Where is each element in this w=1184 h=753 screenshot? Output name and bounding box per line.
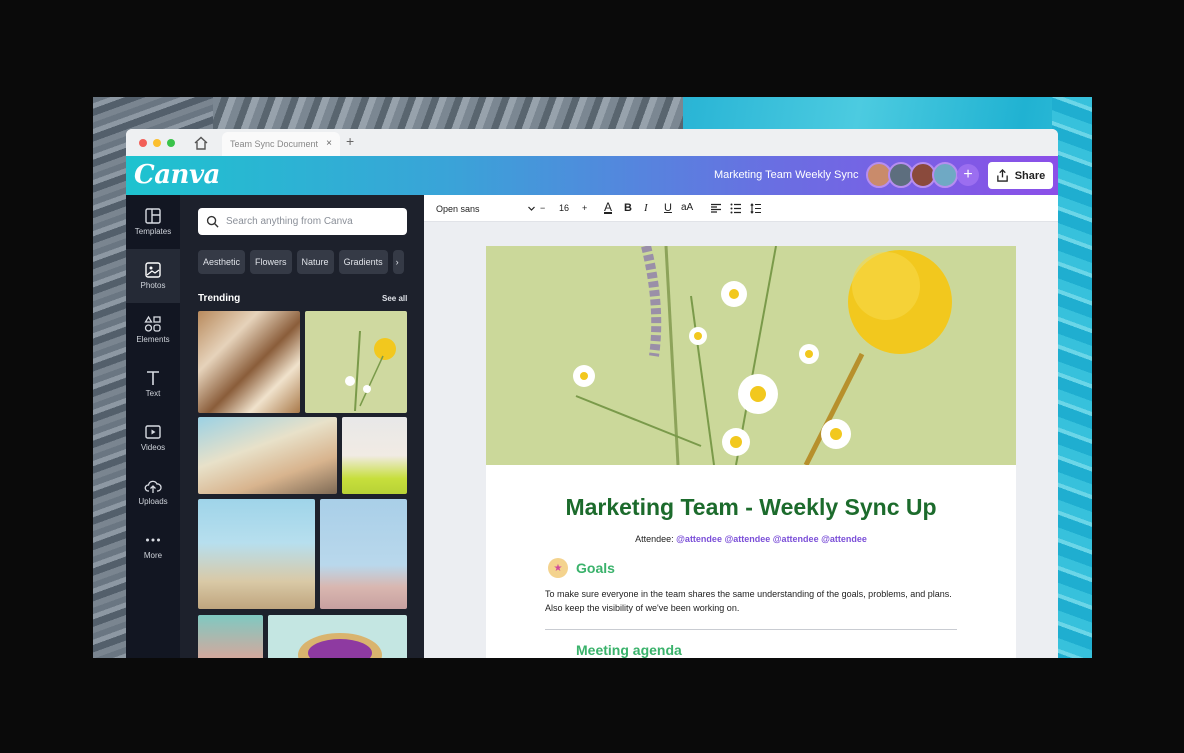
sidebar-item-text[interactable]: Text <box>126 357 180 411</box>
sidebar-item-elements[interactable]: Elements <box>126 303 180 357</box>
videos-icon <box>145 425 161 439</box>
maximize-window-dot[interactable] <box>167 139 175 147</box>
font-size-increase-button[interactable]: + <box>582 203 587 213</box>
search-input[interactable]: Search anything from Canva <box>198 208 407 235</box>
attendee-line[interactable]: Attendee: @attendee @attendee @attendee … <box>486 534 1016 544</box>
browser-tab-bar: Team Sync Document × + <box>126 129 1058 156</box>
chip-flowers[interactable]: Flowers <box>250 250 292 274</box>
photos-icon <box>145 262 161 278</box>
avatar[interactable] <box>932 162 958 188</box>
goals-paragraph[interactable]: To make sure everyone in the team shares… <box>545 587 955 615</box>
document-page[interactable]: Marketing Team - Weekly Sync Up Attendee… <box>486 246 1016 658</box>
filter-chips: Aesthetic Flowers Nature Gradients › <box>198 250 404 274</box>
minimize-window-dot[interactable] <box>153 139 161 147</box>
sidebar-nav: Templates Photos Elements Text Videos Up… <box>126 195 180 658</box>
new-tab-button[interactable]: + <box>346 133 354 149</box>
collaborator-avatars <box>866 162 958 188</box>
elements-icon <box>144 315 161 332</box>
chip-nature[interactable]: Nature <box>296 250 334 274</box>
sidebar-item-label: Videos <box>140 443 166 452</box>
attendee-label: Attendee: <box>635 534 674 544</box>
chips-next-button[interactable]: › <box>392 250 404 274</box>
font-family-value: Open sans <box>436 203 480 214</box>
star-icon: ★ <box>548 558 568 578</box>
flower-photo <box>573 246 952 465</box>
section-title: Trending <box>198 293 241 304</box>
text-toolbar: Open sans − 16 + A B I U aA <box>424 195 1058 222</box>
text-icon <box>147 371 159 385</box>
sidebar-item-label: Elements <box>136 335 170 344</box>
chevron-down-icon <box>528 206 535 211</box>
chip-aesthetic[interactable]: Aesthetic <box>198 250 246 274</box>
divider <box>545 629 957 630</box>
sidebar-item-uploads[interactable]: Uploads <box>126 465 180 519</box>
goals-heading[interactable]: Goals <box>576 560 615 576</box>
agenda-heading[interactable]: Meeting agenda <box>576 642 682 658</box>
document-title[interactable]: Marketing Team Weekly Sync <box>714 169 858 181</box>
sidebar-item-photos[interactable]: Photos <box>126 249 180 303</box>
search-placeholder: Search anything from Canva <box>226 216 353 227</box>
more-icon <box>146 538 160 542</box>
bowl-illustration <box>298 633 382 658</box>
photo-thumbnail[interactable] <box>198 417 337 494</box>
share-icon <box>996 169 1008 182</box>
canva-logo[interactable]: Canva <box>134 160 220 190</box>
tab-close-icon[interactable]: × <box>326 138 332 149</box>
font-family-select[interactable]: Open sans <box>436 200 536 217</box>
sidebar-item-label: Text <box>145 389 161 398</box>
photo-thumbnail[interactable] <box>198 615 263 658</box>
uploads-icon <box>144 480 162 493</box>
flower-illustration <box>345 330 396 412</box>
sidebar-item-label: Photos <box>140 281 166 290</box>
document-heading[interactable]: Marketing Team - Weekly Sync Up <box>486 494 1016 521</box>
mention[interactable]: @attendee <box>676 534 722 544</box>
close-window-dot[interactable] <box>139 139 147 147</box>
home-icon[interactable] <box>193 135 209 151</box>
underline-button[interactable]: U <box>664 202 672 214</box>
line-spacing-icon[interactable] <box>750 203 762 214</box>
templates-icon <box>145 208 161 224</box>
sidebar-item-more[interactable]: More <box>126 519 180 573</box>
align-left-icon[interactable] <box>710 203 722 214</box>
share-label: Share <box>1014 169 1046 182</box>
add-collaborator-button[interactable]: + <box>957 164 979 186</box>
sidebar-item-templates[interactable]: Templates <box>126 195 180 249</box>
photo-thumbnail[interactable] <box>198 499 315 609</box>
photo-thumbnail[interactable] <box>320 499 407 609</box>
editor-area: Open sans − 16 + A B I U aA Marketing Te… <box>424 195 1058 658</box>
browser-window: Team Sync Document × + Canva Marketing T… <box>126 129 1058 658</box>
search-icon <box>206 215 219 228</box>
share-button[interactable]: Share <box>988 162 1053 189</box>
bullet-list-icon[interactable] <box>730 203 742 214</box>
mention[interactable]: @attendee <box>821 534 867 544</box>
photo-thumbnail[interactable] <box>198 311 300 413</box>
chip-gradients[interactable]: Gradients <box>338 250 388 274</box>
photo-thumbnail[interactable] <box>268 615 407 658</box>
app-header: Canva Marketing Team Weekly Sync + Share <box>126 156 1058 195</box>
photos-panel: Search anything from Canva Aesthetic Flo… <box>180 195 424 658</box>
browser-tab[interactable]: Team Sync Document × <box>222 132 340 156</box>
mention[interactable]: @attendee <box>773 534 819 544</box>
font-size-input[interactable]: 16 <box>559 203 569 213</box>
sidebar-item-label: Templates <box>134 227 172 236</box>
text-case-button[interactable]: aA <box>681 202 693 213</box>
tab-title: Team Sync Document <box>230 139 319 149</box>
see-all-link[interactable]: See all <box>382 294 407 303</box>
sidebar-item-videos[interactable]: Videos <box>126 411 180 465</box>
mention[interactable]: @attendee <box>724 534 770 544</box>
sidebar-item-label: Uploads <box>138 497 168 506</box>
font-size-decrease-button[interactable]: − <box>540 203 545 213</box>
background-water <box>1052 97 1092 658</box>
background-rock-top <box>213 97 683 131</box>
photo-thumbnail[interactable] <box>342 417 407 494</box>
italic-button[interactable]: I <box>644 202 648 214</box>
bold-button[interactable]: B <box>624 202 632 214</box>
hero-image[interactable] <box>486 246 1016 465</box>
text-color-button[interactable]: A <box>604 200 612 214</box>
sidebar-item-label: More <box>143 551 163 560</box>
photo-thumbnail[interactable] <box>305 311 407 413</box>
